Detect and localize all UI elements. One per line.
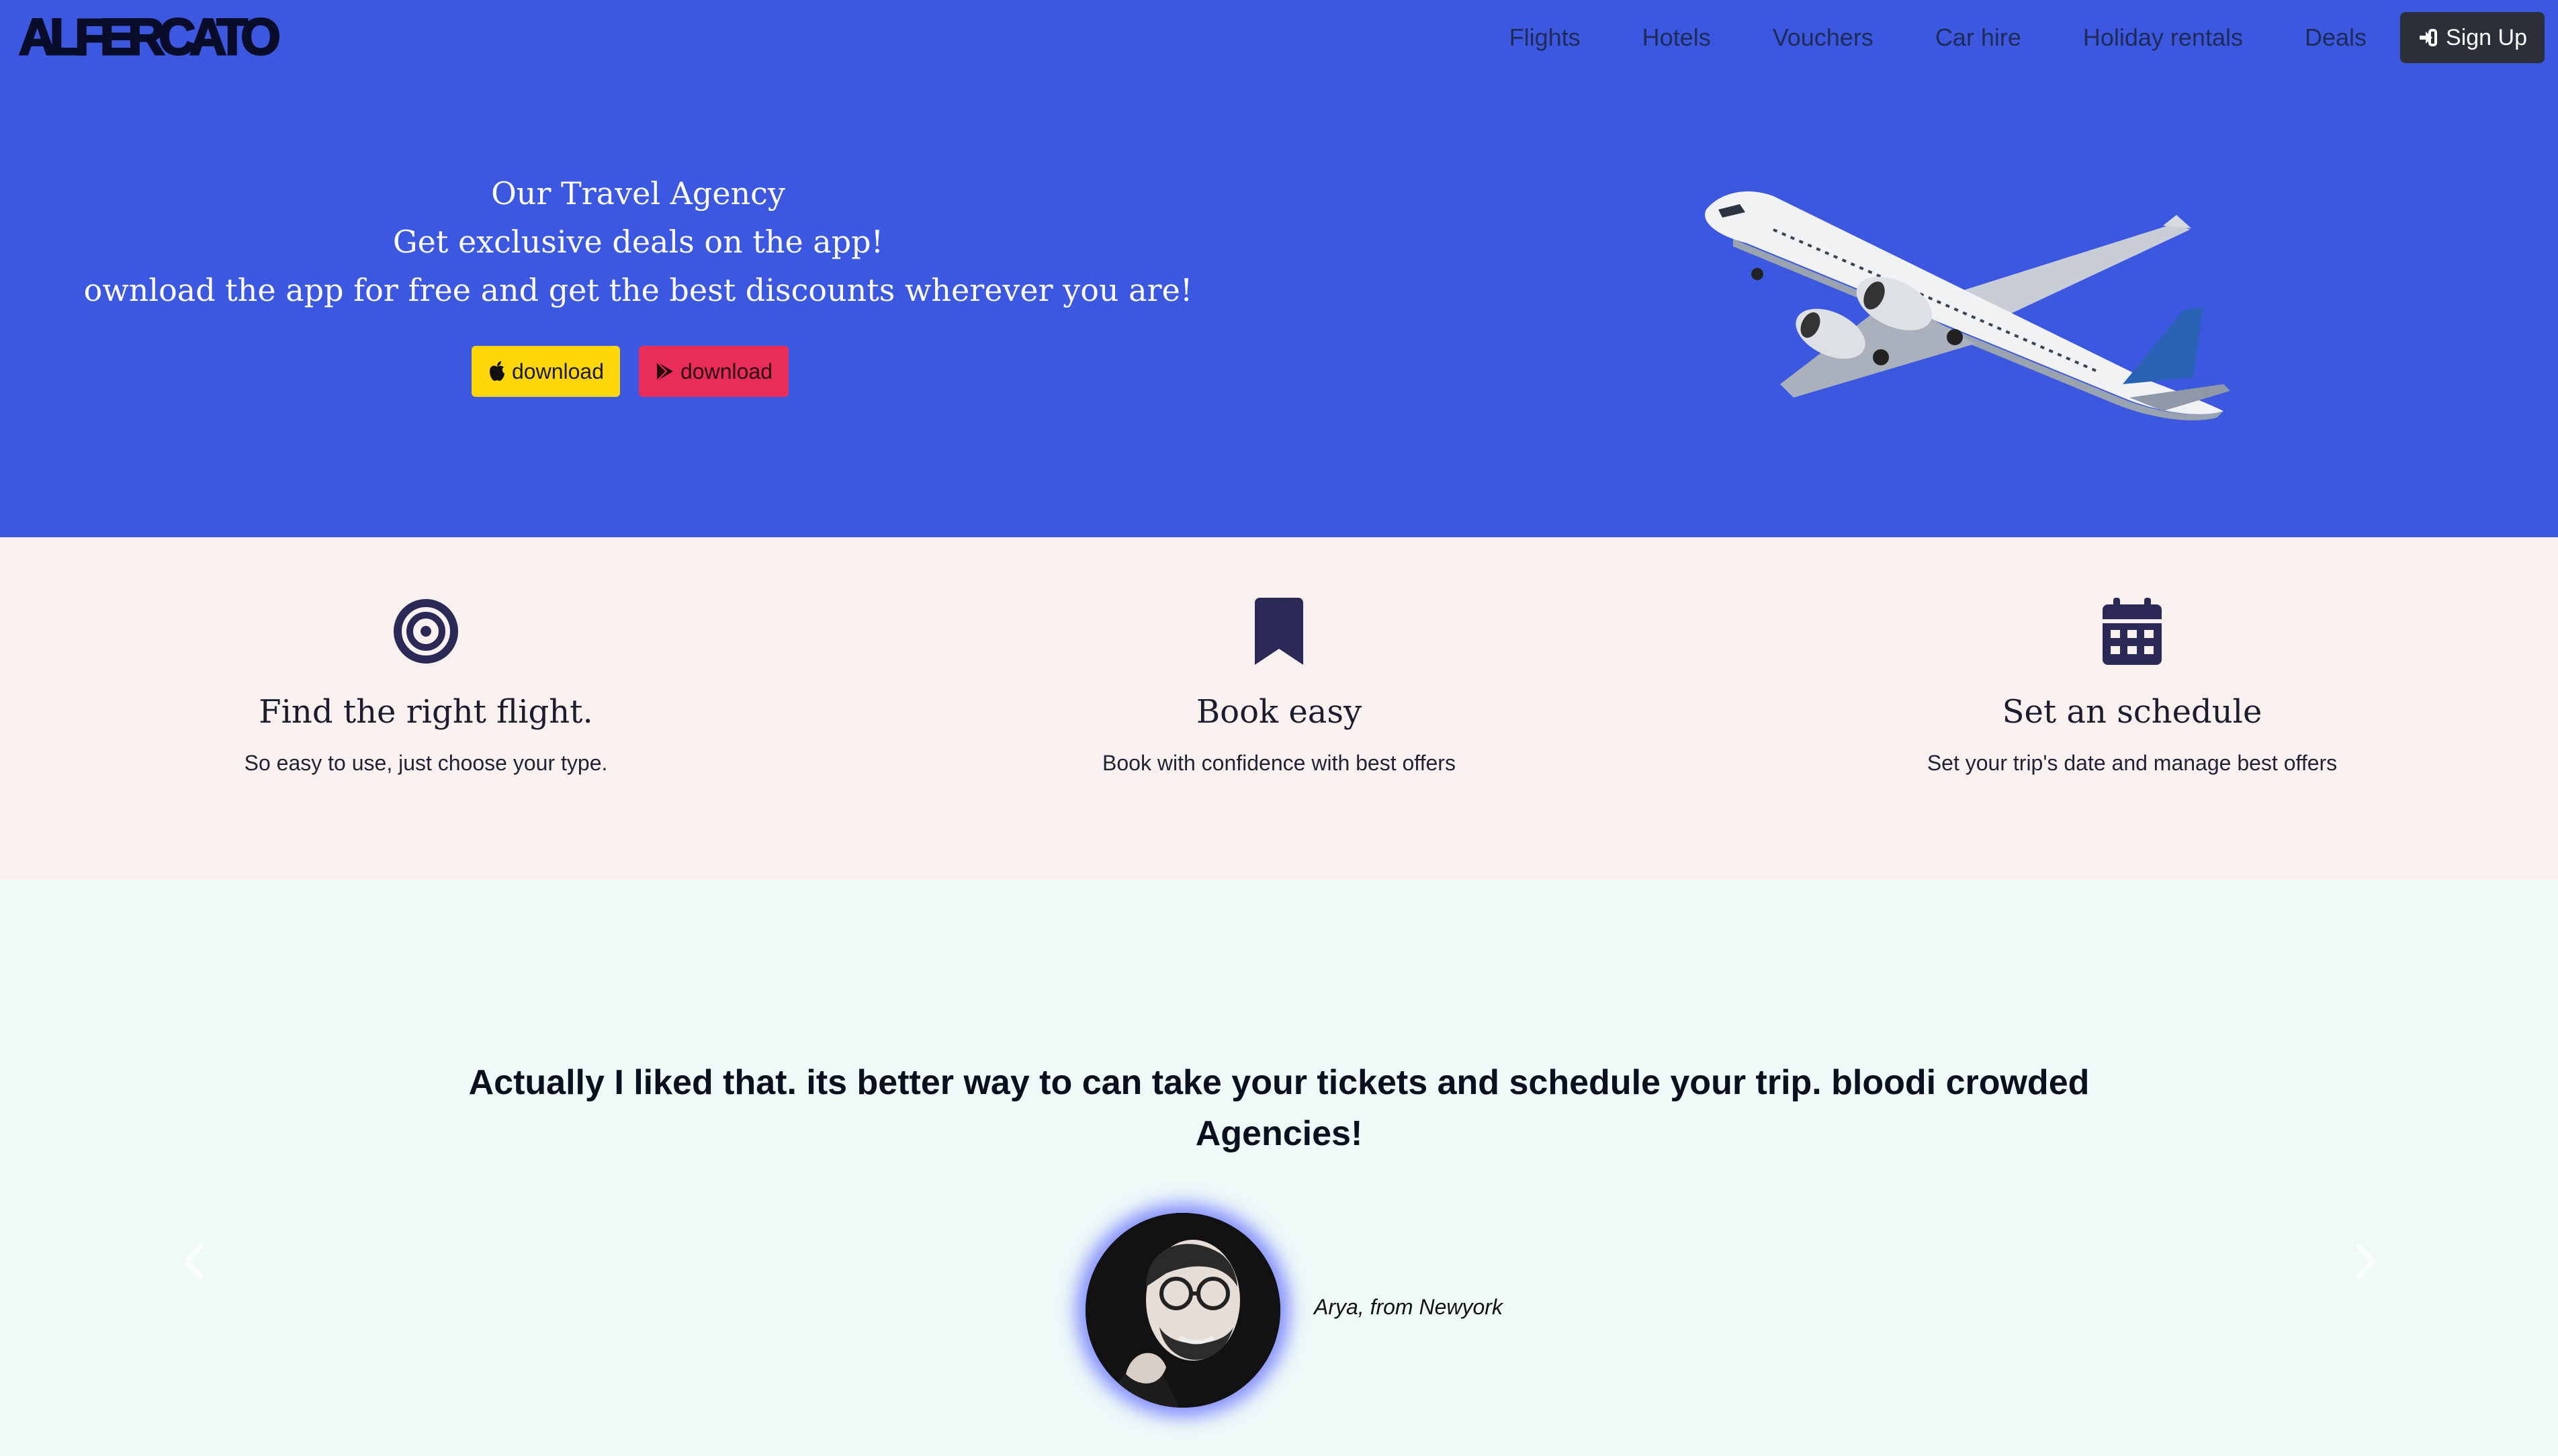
nav-link-flights[interactable]: Flights [1479, 12, 1612, 63]
page: ALFERCATO Flights Hotels Vouchers Car hi… [0, 0, 2558, 1456]
carousel-next-icon[interactable] [2354, 1242, 2378, 1280]
hero-text: Our Travel Agency Get exclusive deals on… [0, 169, 1276, 314]
feature-schedule: Set an schedule Set your trip's date and… [1796, 598, 2468, 776]
hero-section: Our Travel Agency Get exclusive deals on… [0, 75, 2558, 537]
brand-logo[interactable]: ALFERCATO [18, 5, 282, 70]
sign-in-icon [2420, 29, 2438, 46]
hero-buttons: download download [472, 346, 789, 397]
nav-link-car-hire[interactable]: Car hire [1904, 12, 2052, 63]
bookmark-icon [1255, 598, 1303, 665]
testimonial-author: Arya, from Newyork [1314, 1295, 1503, 1319]
nav-link-vouchers[interactable]: Vouchers [1742, 12, 1904, 63]
nav-link-holiday-rentals[interactable]: Holiday rentals [2052, 12, 2274, 63]
testimonial-quote: Actually I liked that. its better way to… [468, 1063, 2090, 1153]
apple-icon [490, 361, 504, 381]
signup-label: Sign Up [2446, 24, 2527, 50]
feature-description: So easy to use, just choose your type. [244, 751, 608, 775]
airplane-image [1705, 191, 2230, 420]
feature-title: Book easy [1196, 693, 1362, 731]
feature-title: Find the right flight. [259, 693, 593, 731]
navbar: ALFERCATO Flights Hotels Vouchers Car hi… [0, 0, 2558, 75]
nav-links: Flights Hotels Vouchers Car hire Holiday… [1479, 12, 2545, 63]
play-download-label: download [680, 359, 773, 383]
play-download-button[interactable]: download [639, 346, 789, 397]
nav-link-hotels[interactable]: Hotels [1612, 12, 1742, 63]
feature-description: Book with confidence with best offers [1102, 751, 1456, 775]
hero-title: Our Travel Agency [491, 175, 785, 212]
play-store-icon [656, 361, 673, 381]
feature-description: Set your trip's date and manage best off… [1927, 751, 2338, 775]
avatar [1086, 1213, 1280, 1408]
feature-book-easy: Book easy Book with confidence with best… [943, 598, 1615, 776]
apple-download-label: download [512, 359, 604, 383]
feature-title: Set an schedule [2002, 693, 2262, 731]
features-section: Find the right flight. So easy to use, j… [0, 537, 2558, 880]
feature-find-flight: Find the right flight. So easy to use, j… [90, 598, 762, 776]
nav-link-deals[interactable]: Deals [2274, 12, 2397, 63]
carousel-prev-icon[interactable] [181, 1242, 206, 1280]
hero-subtitle: Get exclusive deals on the app! [392, 224, 884, 260]
user-photo [1086, 1213, 1280, 1408]
apple-download-button[interactable]: download [472, 346, 620, 397]
testimonial-section: Actually I liked that. its better way to… [0, 880, 2558, 1456]
calendar-icon [2103, 598, 2162, 665]
target-icon [394, 599, 458, 664]
signup-button[interactable]: Sign Up [2400, 12, 2545, 63]
hero-description: ownload the app for free and get the bes… [83, 272, 1193, 308]
